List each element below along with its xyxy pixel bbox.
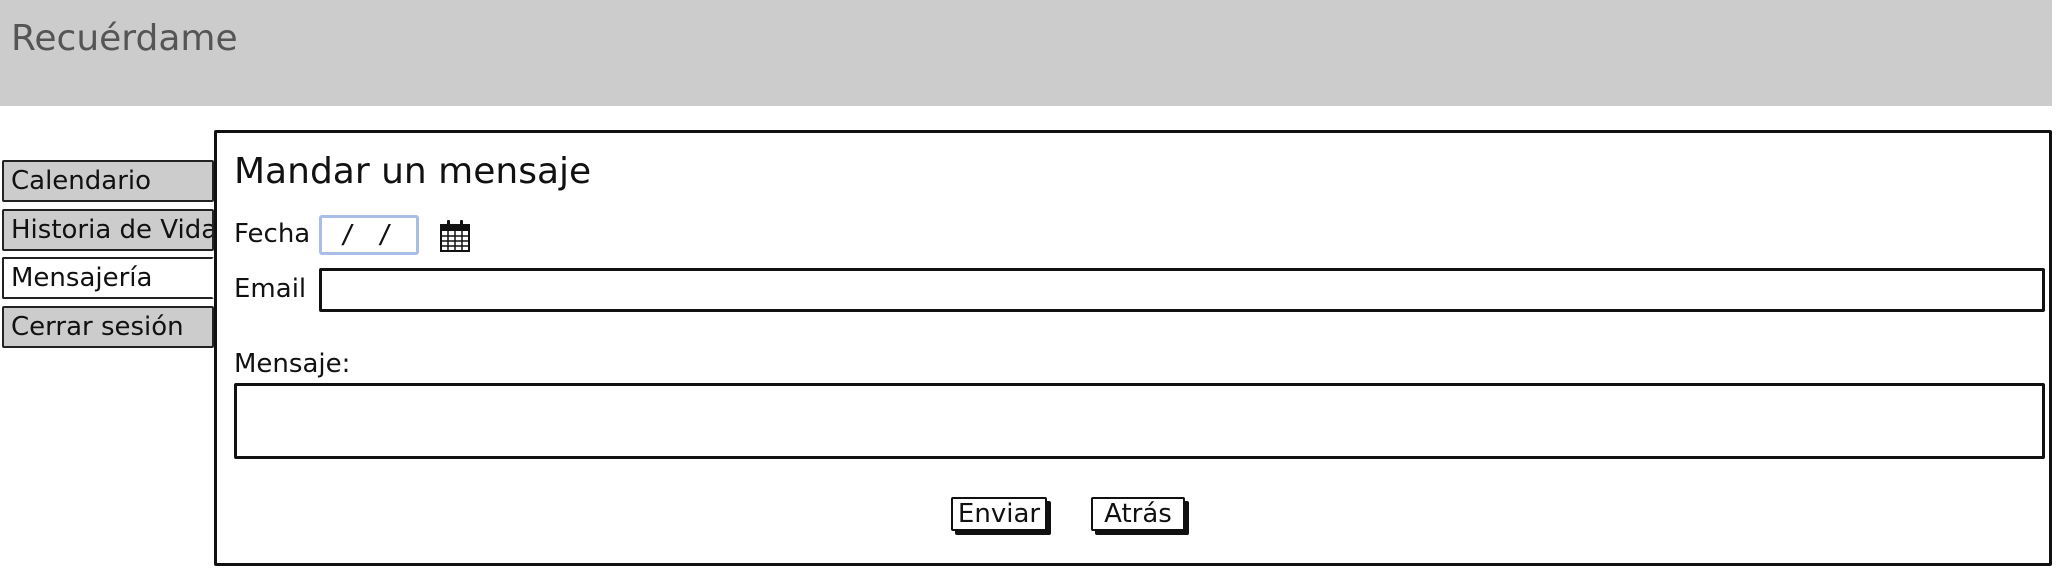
calendar-icon[interactable]	[439, 219, 471, 253]
email-label: Email	[234, 274, 307, 304]
sidebar-item-cerrar-sesion[interactable]: Cerrar sesión	[2, 306, 214, 348]
date-field[interactable]: / /	[319, 215, 419, 255]
page-title: Mandar un mensaje	[234, 151, 592, 192]
date-label: Fecha	[234, 219, 311, 249]
message-form-panel: Mandar un mensaje Fecha / / Email Mensaj…	[214, 130, 2052, 566]
sidebar-item-mensajeria[interactable]: Mensajería	[2, 257, 214, 299]
message-label: Mensaje:	[234, 349, 351, 379]
app-header: Recuérdame	[0, 0, 2052, 106]
sidebar-item-historia-de-vida[interactable]: Historia de Vida	[2, 209, 214, 251]
email-field[interactable]	[319, 268, 2045, 312]
message-field[interactable]	[234, 383, 2045, 459]
send-button[interactable]: Enviar	[951, 497, 1047, 531]
back-button[interactable]: Atrás	[1091, 497, 1185, 531]
app-title: Recuérdame	[11, 18, 238, 59]
sidebar-item-calendario[interactable]: Calendario	[2, 160, 214, 202]
